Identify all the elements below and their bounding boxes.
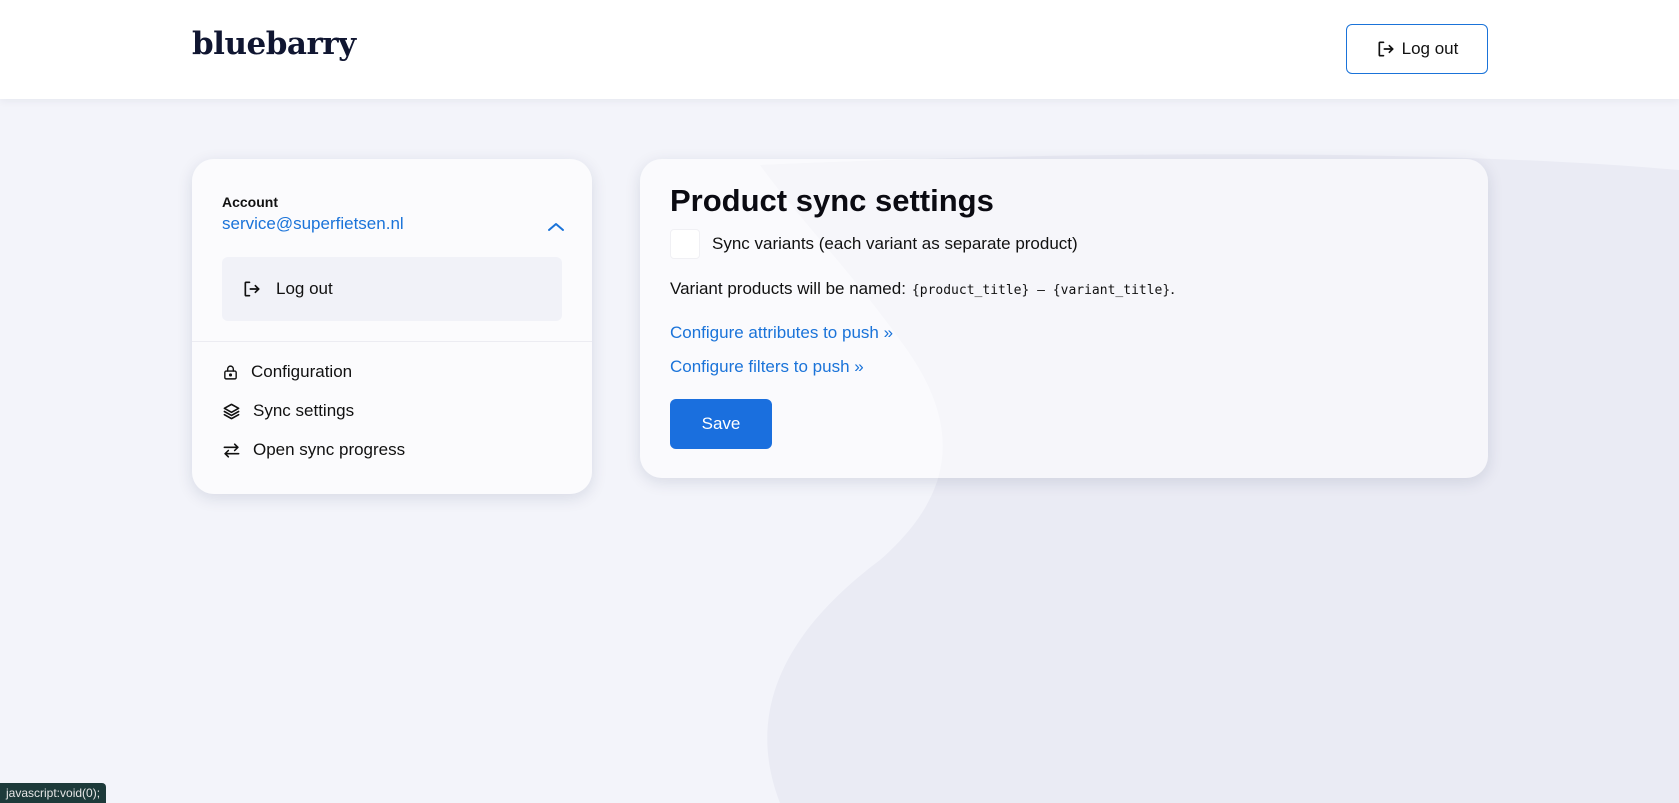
status-bar-url: javascript:void(0); bbox=[0, 783, 107, 803]
logout-icon bbox=[242, 279, 262, 299]
brand-logo[interactable]: bluebarry bbox=[192, 26, 356, 62]
logout-icon bbox=[1376, 39, 1396, 59]
variant-naming-period: . bbox=[1170, 279, 1175, 298]
header-logout-label: Log out bbox=[1401, 39, 1459, 58]
layers-icon bbox=[222, 402, 241, 421]
lock-icon bbox=[222, 363, 239, 382]
variant-naming-text: Variant products will be named: {product… bbox=[670, 279, 1175, 299]
page-title: Product sync settings bbox=[670, 183, 994, 218]
sidebar-item-label: Open sync progress bbox=[253, 440, 406, 459]
variant-naming-pattern: {product_title} – {variant_title} bbox=[911, 283, 1171, 298]
account-sidebar: Account service@superfietsen.nl Log out … bbox=[192, 159, 592, 494]
account-email[interactable]: service@superfietsen.nl bbox=[222, 214, 404, 234]
sidebar-item-sync-settings[interactable]: Sync settings bbox=[222, 401, 354, 421]
header-logout-button[interactable]: Log out bbox=[1346, 24, 1488, 74]
sidebar-item-label: Configuration bbox=[251, 362, 353, 381]
sync-variants-checkbox[interactable] bbox=[670, 229, 700, 259]
arrows-exchange-icon bbox=[222, 441, 241, 460]
top-header: bluebarry Log out bbox=[0, 0, 1679, 99]
sidebar-item-label: Sync settings bbox=[253, 401, 355, 420]
sidebar-logout-button[interactable]: Log out bbox=[222, 257, 562, 321]
sidebar-item-configuration[interactable]: Configuration bbox=[222, 362, 352, 382]
variant-naming-label: Variant products will be named: bbox=[670, 279, 906, 298]
product-sync-settings-panel: Product sync settings Sync variants (eac… bbox=[640, 159, 1488, 478]
sidebar-logout-label: Log out bbox=[276, 279, 333, 298]
chevron-up-icon[interactable] bbox=[547, 221, 565, 233]
sync-variants-label[interactable]: Sync variants (each variant as separate … bbox=[712, 234, 1078, 254]
account-label: Account bbox=[222, 194, 278, 210]
configure-filters-link[interactable]: Configure filters to push » bbox=[670, 357, 864, 377]
sync-variants-row: Sync variants (each variant as separate … bbox=[670, 229, 1078, 259]
sidebar-item-open-sync-progress[interactable]: Open sync progress bbox=[222, 440, 405, 460]
sidebar-divider bbox=[192, 341, 592, 342]
configure-attributes-link[interactable]: Configure attributes to push » bbox=[670, 323, 893, 343]
save-button[interactable]: Save bbox=[670, 399, 772, 449]
